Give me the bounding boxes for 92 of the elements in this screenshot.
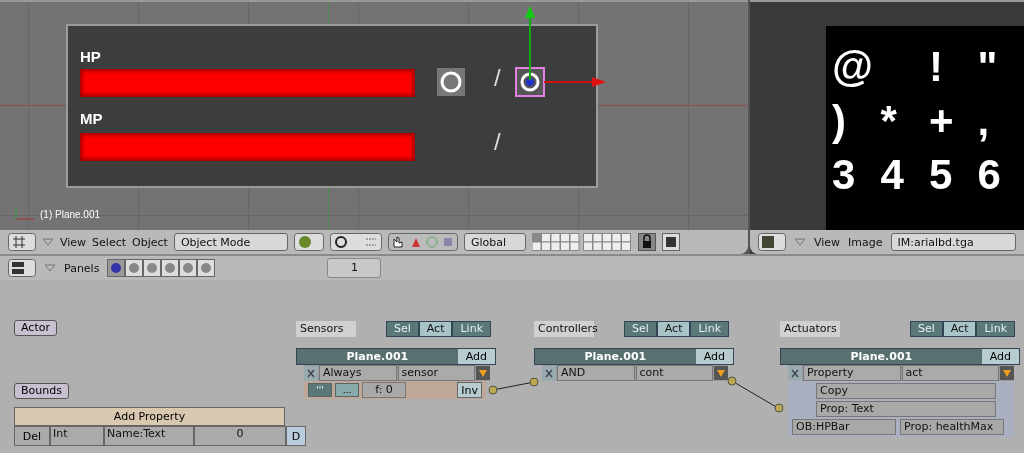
filter-toggle[interactable]: Sel (385, 320, 419, 337)
texture-glyph: ! (929, 42, 944, 92)
add-property-button[interactable]: Add Property (14, 407, 285, 426)
delete-button[interactable]: Del (14, 426, 50, 446)
glyph-tile-icon (437, 68, 465, 96)
window-type-icon[interactable] (8, 259, 36, 277)
invert-button[interactable]: Inv (457, 382, 482, 398)
context-tab-icon[interactable] (161, 259, 180, 277)
mode-dropdown[interactable]: Copy (816, 383, 996, 399)
value-field[interactable]: 0 (194, 426, 286, 446)
filter-toggle[interactable]: Sel (909, 320, 943, 337)
menu-item[interactable]: Object (132, 235, 168, 249)
x-axis-arrow-icon[interactable] (544, 74, 606, 90)
pulse-button[interactable]: ... (335, 383, 359, 397)
filter-toggle[interactable]: Act (942, 320, 977, 337)
texture-glyph: 4 (880, 150, 905, 200)
manipulator-icons[interactable] (387, 233, 458, 251)
column-title: Actuators (780, 320, 840, 337)
texture-glyph: , (977, 96, 991, 146)
filter-toggle[interactable]: Act (656, 320, 691, 337)
selected-glyph-tile-icon (515, 67, 545, 97)
context-tab-icon[interactable] (179, 259, 198, 277)
context-tab-icon[interactable] (107, 259, 126, 277)
frequency-field[interactable]: f: 0 (362, 382, 406, 398)
object-name-bar[interactable]: Plane.001 (297, 349, 458, 364)
texture-glyph: * (880, 96, 898, 146)
type-dropdown[interactable]: AND (557, 365, 635, 381)
layer-buttons-icon[interactable] (531, 233, 632, 251)
filter-toggle[interactable]: Link (690, 320, 729, 337)
orientation-dropdown[interactable]: Global (463, 233, 526, 251)
image-field[interactable]: IM:arialbd.tga (890, 233, 1016, 251)
object-name-bar[interactable]: Plane.001 (781, 349, 982, 364)
texture-glyph: ) (832, 96, 847, 146)
logic-link (727, 376, 784, 413)
filter-toggle[interactable]: Sel (623, 320, 657, 337)
menu-item[interactable]: View (60, 235, 87, 249)
texture-glyph: " (977, 42, 999, 92)
object-name-bar[interactable]: Plane.001 (535, 349, 696, 364)
filter-toggle[interactable]: Link (452, 320, 491, 337)
context-tab-icon[interactable] (143, 259, 162, 277)
name-field[interactable]: sensor (397, 365, 475, 381)
context-tab-icon[interactable] (197, 259, 216, 277)
type-dropdown[interactable]: Always (319, 365, 397, 381)
object-field[interactable]: OB:HPBar (792, 419, 896, 435)
logic-link (488, 377, 539, 395)
texture-glyph: 3 (832, 150, 857, 200)
collapse-triangle-icon[interactable] (44, 263, 56, 273)
pulse-button[interactable]: ''' (308, 383, 332, 397)
name-field[interactable]: cont (635, 365, 713, 381)
texture-glyph: @ (832, 42, 874, 92)
actor-button[interactable]: Actor (14, 320, 57, 336)
texture-glyph: 6 (977, 150, 1002, 200)
lock-icon[interactable] (637, 233, 656, 251)
add-button[interactable]: Add (981, 349, 1019, 364)
bounds-button[interactable]: Bounds (14, 383, 69, 399)
close-icon[interactable] (304, 365, 318, 381)
type-dropdown[interactable]: Int (50, 426, 104, 446)
render-icon[interactable] (661, 233, 680, 251)
name-field[interactable]: Name:Text (104, 426, 194, 446)
type-dropdown[interactable]: Property (803, 365, 901, 381)
filter-toggle[interactable]: Link (976, 320, 1015, 337)
debug-button[interactable]: D (286, 426, 306, 446)
hud-slash: / (494, 128, 501, 156)
texture-glyph: 5 (929, 150, 954, 200)
hud-slash: / (494, 64, 501, 92)
add-button[interactable]: Add (457, 349, 495, 364)
close-icon[interactable] (542, 365, 556, 381)
menu-item[interactable]: Image (848, 235, 883, 249)
frame-number-field[interactable]: 1 (327, 258, 382, 278)
property-field[interactable]: Prop: healthMax (900, 419, 1004, 435)
name-field[interactable]: act (901, 365, 999, 381)
column-title: Sensors (296, 320, 356, 337)
texture-glyph: + (929, 96, 955, 146)
panels-label: Panels (64, 261, 100, 275)
menu-item[interactable]: View (814, 235, 841, 249)
mode-dropdown[interactable]: Object Mode (173, 233, 288, 251)
y-axis-arrow-icon[interactable] (522, 6, 538, 80)
close-icon[interactable] (788, 365, 802, 381)
object-info: (1) Plane.001 (40, 209, 101, 220)
hud-label: MP (80, 110, 103, 127)
collapse-triangle-icon[interactable] (794, 237, 806, 247)
add-button[interactable]: Add (695, 349, 733, 364)
pivot-icon[interactable] (329, 233, 382, 251)
grid-icon[interactable] (8, 233, 36, 251)
hud-label: HP (80, 48, 101, 65)
filter-toggle[interactable]: Act (418, 320, 453, 337)
3d-viewport[interactable]: HP MP / / (1) Plane.001 (0, 0, 748, 230)
menu-item[interactable]: Select (92, 235, 127, 249)
context-tab-icon[interactable] (125, 259, 144, 277)
collapse-triangle-icon[interactable] (42, 237, 54, 247)
image-editor-icon[interactable] (758, 233, 786, 251)
property-field[interactable]: Prop: Text (816, 401, 996, 417)
